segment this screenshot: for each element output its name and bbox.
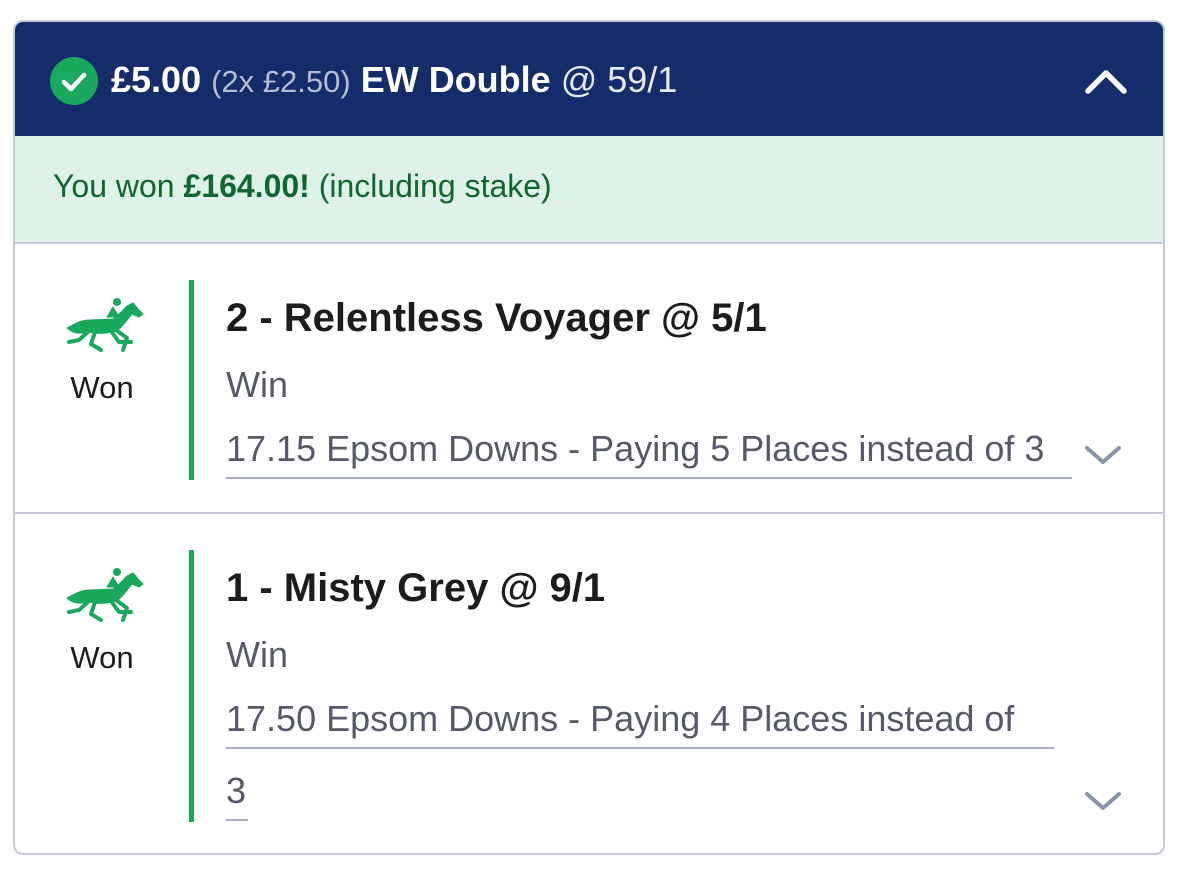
horse-racing-icon <box>61 568 145 624</box>
market-name: Win <box>226 364 288 405</box>
bet-odds: @ 59/1 <box>560 59 678 100</box>
result-indicator-bar <box>189 280 194 480</box>
selection-name: 2 - Relentless Voyager @ 5/1 <box>226 296 767 340</box>
winnings-amount: £164.00! <box>183 168 310 204</box>
market-name: Win <box>226 634 288 675</box>
event-link[interactable]: 17.15 Epsom Downs - Paying 5 Places inst… <box>226 428 1044 470</box>
total-stake: £5.00 <box>111 59 202 100</box>
bet-card: £5.00 (2x £2.50) EW Double @ 59/1 You wo… <box>13 20 1165 855</box>
event-link-underline <box>226 747 1054 749</box>
event-link[interactable]: 17.50 Epsom Downs - Paying 4 Places inst… <box>226 698 1014 740</box>
leg-result: Won <box>70 640 134 675</box>
chevron-up-icon[interactable] <box>1081 58 1131 108</box>
bet-leg: Won 2 - Relentless Voyager @ 5/1 Win 17.… <box>15 244 1163 514</box>
leg-result: Won <box>70 370 134 405</box>
winnings-banner: You won £164.00! (including stake) <box>15 136 1163 244</box>
stake-split: (2x £2.50) <box>211 64 351 99</box>
bet-summary: £5.00 (2x £2.50) EW Double @ 59/1 <box>111 56 677 106</box>
horse-racing-icon <box>61 298 145 354</box>
event-link-underline <box>226 477 1072 479</box>
check-circle-icon <box>50 57 98 105</box>
winnings-prefix: You won <box>53 168 175 204</box>
bet-leg: Won 1 - Misty Grey @ 9/1 Win 17.50 Epsom… <box>15 514 1163 853</box>
chevron-down-icon[interactable] <box>1081 778 1125 822</box>
bet-type: EW Double <box>360 59 551 100</box>
result-indicator-bar <box>189 550 194 822</box>
winnings-suffix: (including stake) <box>318 168 552 204</box>
event-link-continued[interactable]: 3 <box>226 770 246 812</box>
chevron-down-icon[interactable] <box>1081 432 1125 476</box>
event-link-underline <box>226 819 248 821</box>
winnings-text: You won £164.00! (including stake) <box>53 168 552 205</box>
bet-header[interactable]: £5.00 (2x £2.50) EW Double @ 59/1 <box>15 22 1163 136</box>
selection-name: 1 - Misty Grey @ 9/1 <box>226 566 606 610</box>
